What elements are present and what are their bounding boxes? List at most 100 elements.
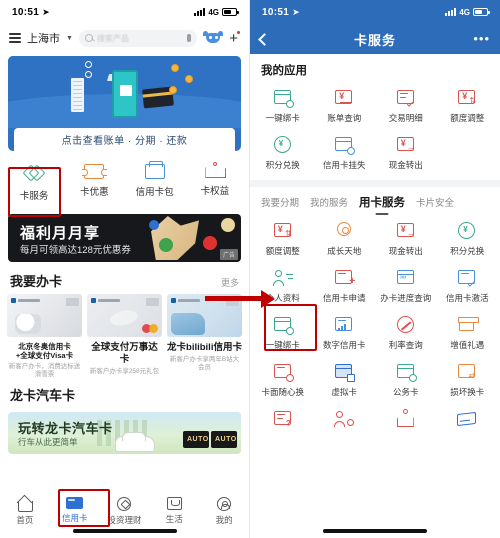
tab-home[interactable]: 首页 — [0, 497, 50, 526]
app-item-cash-transfer[interactable]: ¥ → 现金转出 — [375, 129, 437, 176]
card-image — [87, 294, 162, 337]
bind-card-icon — [273, 89, 294, 108]
card-subtitle: 新客户办卡享两年B站大会员 — [169, 355, 240, 371]
app-item-bill-query[interactable]: ¥ 账单查询 — [314, 82, 376, 129]
card-subtitle: 新客户办卡，消费达标送滑雪票 — [8, 362, 81, 378]
hero-illustration — [8, 56, 241, 128]
tab-profile[interactable]: 我的 — [199, 497, 249, 526]
service-item-label: 现金转出 — [388, 246, 423, 256]
service-item-label: 一键绑卡 — [265, 340, 300, 350]
section-title: 我要办卡 — [10, 274, 63, 289]
city-selector-label[interactable]: 上海市 — [27, 30, 60, 46]
search-input[interactable]: 搜索产品 — [78, 29, 198, 47]
rate-query-icon — [396, 316, 416, 334]
quick-item-label: 信用卡包 — [135, 187, 174, 198]
app-item-report-loss[interactable]: 信用卡挂失 — [314, 129, 376, 176]
service-item-virtual-card[interactable]: 虚拟卡 — [314, 356, 376, 403]
app-item-bind-card[interactable]: 一键绑卡 — [252, 82, 314, 129]
quick-item-card-offers[interactable]: 卡优惠 — [64, 160, 124, 206]
apply-progress-icon: »» — [396, 269, 416, 287]
service-item-cash-transfer[interactable]: ¥ → 现金转出 — [375, 215, 437, 262]
service-item-label: 办卡进度查询 — [380, 293, 432, 303]
personal-info-icon — [272, 269, 293, 287]
service-item-card-activate[interactable]: 信用卡激活 — [437, 262, 499, 309]
service-item-label: 成长天地 — [327, 246, 362, 256]
tab-life[interactable]: 生活 — [149, 497, 199, 525]
service-item-rate-query[interactable]: 利率查询 — [375, 309, 437, 356]
card-activate-icon — [457, 269, 477, 287]
quick-entries-row: 卡服务 卡优惠 信用卡包 卡权益 — [0, 151, 249, 212]
auto-card-thumb: AUTO — [211, 431, 237, 449]
quick-item-card-benefits[interactable]: 卡权益 — [185, 160, 245, 206]
points-exchange-icon: ¥ — [273, 136, 293, 154]
growth-medal-icon — [334, 222, 354, 240]
service-item-damaged-replace[interactable]: ⇄ 损坏换卡 — [437, 356, 499, 403]
quick-item-card-service[interactable]: 卡服务 — [4, 160, 64, 206]
app-item-label: 额度调整 — [450, 113, 485, 123]
life-icon — [166, 497, 182, 510]
tab-installment[interactable]: 我要分期 — [261, 195, 299, 214]
service-item-growth[interactable]: 成长天地 — [314, 215, 376, 262]
gift-icon — [457, 316, 480, 334]
service-items-grid: ¥ ⇅ 额度调整 成长天地 ¥ → 现金转出 ¥ 积分兑换 个人资料 + 信用卡… — [250, 215, 500, 442]
bill-hero-banner[interactable]: 点击查看账单 · 分期 · 还款 — [8, 56, 241, 151]
app-item-label: 信用卡挂失 — [322, 160, 366, 170]
service-item-credit-limit[interactable]: ¥ ⇅ 额度调整 — [252, 215, 314, 262]
plus-icon[interactable]: + — [229, 30, 240, 46]
credit-card-icon — [66, 497, 84, 509]
service-item-bind-card[interactable]: 一键绑卡 — [252, 309, 314, 356]
finance-icon — [117, 497, 132, 511]
right-nav-bar: 卡服务 ••• — [250, 24, 500, 54]
promo-title: 福利月月享 — [20, 225, 101, 242]
card-product-item[interactable]: 北京冬奥信用卡 +全球支付Visa卡 新客户办卡，消费达标送滑雪票 — [7, 294, 82, 378]
service-item-official-card[interactable]: 公务卡 — [375, 356, 437, 403]
more-link[interactable]: 更多 — [221, 276, 239, 289]
tab-card-usage-services[interactable]: 用卡服务 — [359, 194, 405, 215]
service-item-apply-progress[interactable]: »» 办卡进度查询 — [375, 262, 437, 309]
my-apps-grid: 一键绑卡 ¥ 账单查询 交易明细 ¥ ⇅ 额度调整 ¥ 积分兑换 信用卡挂失 ¥… — [250, 80, 500, 180]
app-item-credit-limit[interactable]: ¥ ⇅ 额度调整 — [437, 82, 499, 129]
service-item-points-exchange[interactable]: ¥ 积分兑换 — [437, 215, 499, 262]
service-item-partial-4[interactable] — [437, 403, 499, 438]
service-item-label: 数字信用卡 — [322, 340, 366, 350]
card-apply-icon: + — [334, 269, 355, 287]
hero-cta-label[interactable]: 点击查看账单 · 分期 · 还款 — [14, 128, 235, 151]
service-item-card-apply[interactable]: + 信用卡申请 — [314, 262, 376, 309]
service-item-label: 积分兑换 — [450, 246, 485, 256]
card-product-item[interactable]: 全球支付万事达卡 新客户办卡享258元礼包 — [87, 294, 162, 378]
tab-credit-card[interactable]: 信用卡 — [50, 497, 100, 524]
cash-transfer-icon: ¥ → — [396, 222, 416, 240]
service-item-partial-3[interactable] — [375, 403, 437, 438]
service-tabs: 我要分期 我的服务 用卡服务 卡片安全 — [250, 187, 500, 215]
service-item-partial-2[interactable] — [314, 403, 376, 438]
left-status-bar: 10:51 ➤ 4G — [0, 0, 249, 24]
app-item-label: 一键绑卡 — [265, 113, 300, 123]
app-item-transaction-detail[interactable]: 交易明细 — [375, 82, 437, 129]
card-title: 龙卡bilibili信用卡 — [167, 342, 242, 353]
hamburger-menu-icon[interactable] — [9, 33, 21, 43]
card-face-change-icon — [273, 363, 294, 382]
card-service-icon — [22, 164, 46, 183]
chevron-down-icon[interactable]: ▼ — [66, 35, 73, 42]
home-icon — [17, 497, 34, 512]
quick-item-card-wallet[interactable]: 信用卡包 — [125, 160, 185, 206]
home-indicator — [72, 529, 177, 533]
app-item-label: 账单查询 — [327, 113, 362, 123]
left-phone-screen: 10:51 ➤ 4G 上海市 ▼ 搜索产品 + 点击查看账单 · 分期 · 还款… — [0, 0, 250, 538]
tab-finance[interactable]: 投资理财 — [100, 497, 150, 526]
tab-label: 生活 — [165, 514, 183, 524]
service-item-gift[interactable]: 增值礼遇 — [437, 309, 499, 356]
microphone-icon[interactable] — [187, 34, 192, 42]
cash-transfer-icon: ¥ → — [396, 136, 416, 154]
service-item-partial-1[interactable]: ? — [252, 403, 314, 438]
service-item-digital-card[interactable]: 数字信用卡 — [314, 309, 376, 356]
app-item-points-exchange[interactable]: ¥ 积分兑换 — [252, 129, 314, 176]
auto-banner-subtitle: 行车从此更简单 — [18, 437, 78, 448]
welfare-promo-banner[interactable]: 福利月月享 每月可领高达128元优惠券 广告 — [8, 214, 241, 262]
auto-card-banner[interactable]: 玩转龙卡汽车卡 行车从此更简单 AUTO AUTO — [8, 412, 241, 455]
ticket-icon — [81, 164, 107, 179]
mascot-icon[interactable] — [203, 30, 224, 46]
tab-my-services[interactable]: 我的服务 — [310, 195, 348, 214]
service-item-card-face-change[interactable]: 卡面随心换 — [252, 356, 314, 403]
tab-card-security[interactable]: 卡片安全 — [416, 195, 454, 214]
